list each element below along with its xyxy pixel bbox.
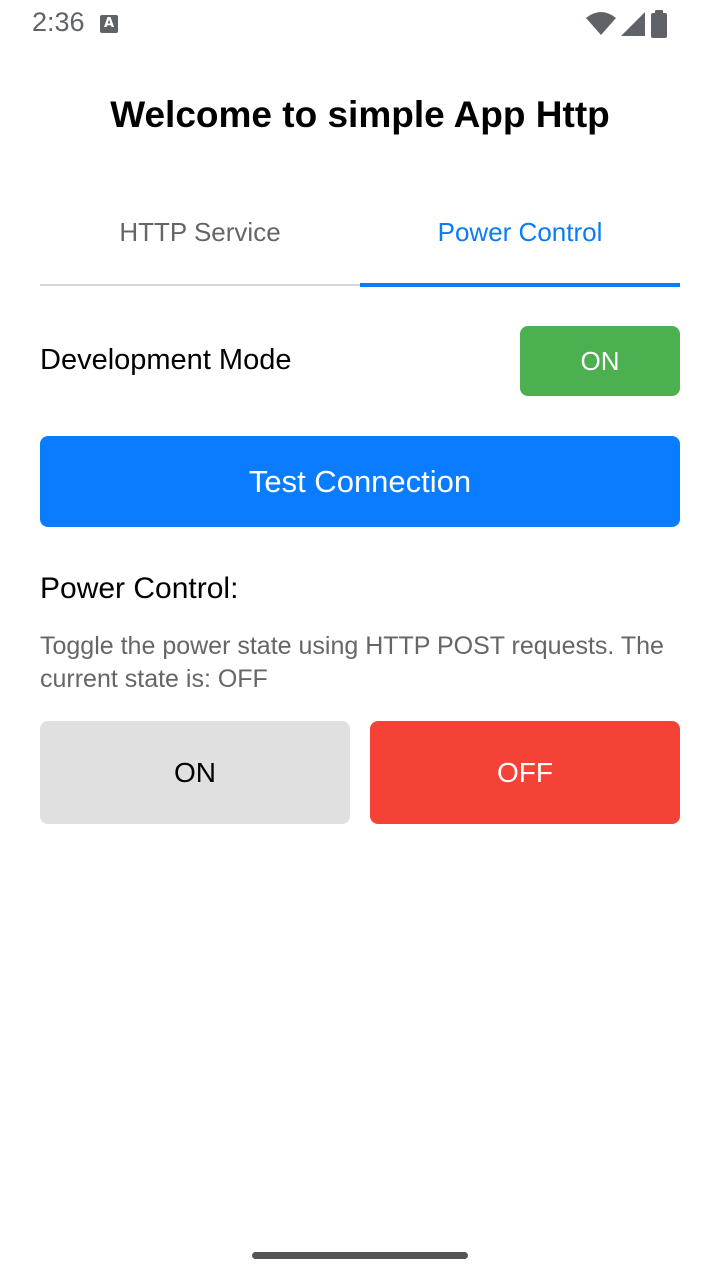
page-title: Welcome to simple App Http: [110, 94, 610, 135]
power-on-button[interactable]: ON: [40, 721, 350, 824]
power-control-heading: Power Control:: [40, 572, 239, 605]
power-control-description: Toggle the power state using HTTP POST r…: [40, 632, 664, 693]
status-time: 2:36: [32, 7, 85, 37]
test-connection-button[interactable]: Test Connection: [40, 436, 680, 527]
a-icon: A: [100, 15, 118, 33]
status-bar: 2:36 A: [0, 0, 720, 48]
development-mode-toggle[interactable]: ON: [520, 326, 680, 396]
active-tab-indicator: [360, 283, 680, 287]
gesture-nav-handle[interactable]: [252, 1252, 468, 1259]
cell-signal-icon: [620, 11, 646, 37]
development-mode-row: Development Mode ON: [40, 326, 680, 396]
development-mode-label: Development Mode: [40, 344, 292, 376]
status-icons: [586, 10, 668, 38]
battery-icon: [650, 10, 668, 38]
tab-http-service[interactable]: HTTP Service: [40, 196, 360, 268]
power-off-button[interactable]: OFF: [370, 721, 680, 824]
tab-bar: HTTP Service Power Control: [40, 196, 680, 287]
tab-power-control[interactable]: Power Control: [360, 196, 680, 268]
wifi-icon: [586, 12, 616, 36]
